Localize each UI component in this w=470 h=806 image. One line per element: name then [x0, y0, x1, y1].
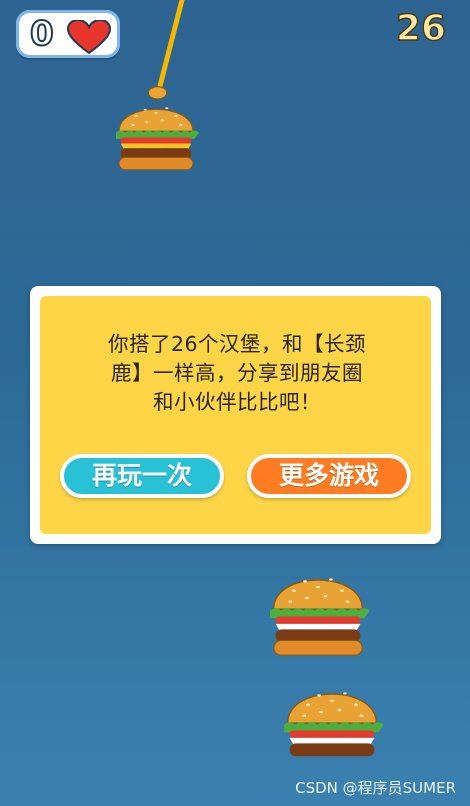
heart-icon: [66, 20, 112, 54]
replay-button[interactable]: 再玩一次: [60, 454, 224, 498]
result-message-line: 你搭了26个汉堡，和【长颈: [107, 332, 367, 356]
stacked-burger: [270, 578, 370, 656]
lives-count: 0: [29, 13, 55, 55]
stacked-burger: [284, 692, 384, 757]
result-message: 你搭了26个汉堡，和【长颈 鹿】一样高，分享到朋友圈 和小伙伴比比吧！: [80, 330, 394, 417]
more-games-button[interactable]: 更多游戏: [247, 454, 411, 498]
watermark: CSDN @程序员SUMER: [295, 779, 456, 797]
result-message-line: 和小伙伴比比吧！: [153, 390, 321, 414]
hanging-burger: [116, 86, 200, 171]
game-stage[interactable]: 0 26 你搭了26个汉堡，和【长颈 鹿】一样高，分享到朋友圈 和小伙伴比比吧！…: [0, 0, 470, 806]
score-display: 26: [395, 7, 447, 50]
dialog-panel: 你搭了26个汉堡，和【长颈 鹿】一样高，分享到朋友圈 和小伙伴比比吧！ 再玩一次…: [40, 296, 431, 534]
result-message-line: 鹿】一样高，分享到朋友圈: [111, 361, 363, 385]
game-over-dialog: 你搭了26个汉堡，和【长颈 鹿】一样高，分享到朋友圈 和小伙伴比比吧！ 再玩一次…: [30, 286, 441, 544]
lives-badge: 0: [16, 10, 120, 58]
